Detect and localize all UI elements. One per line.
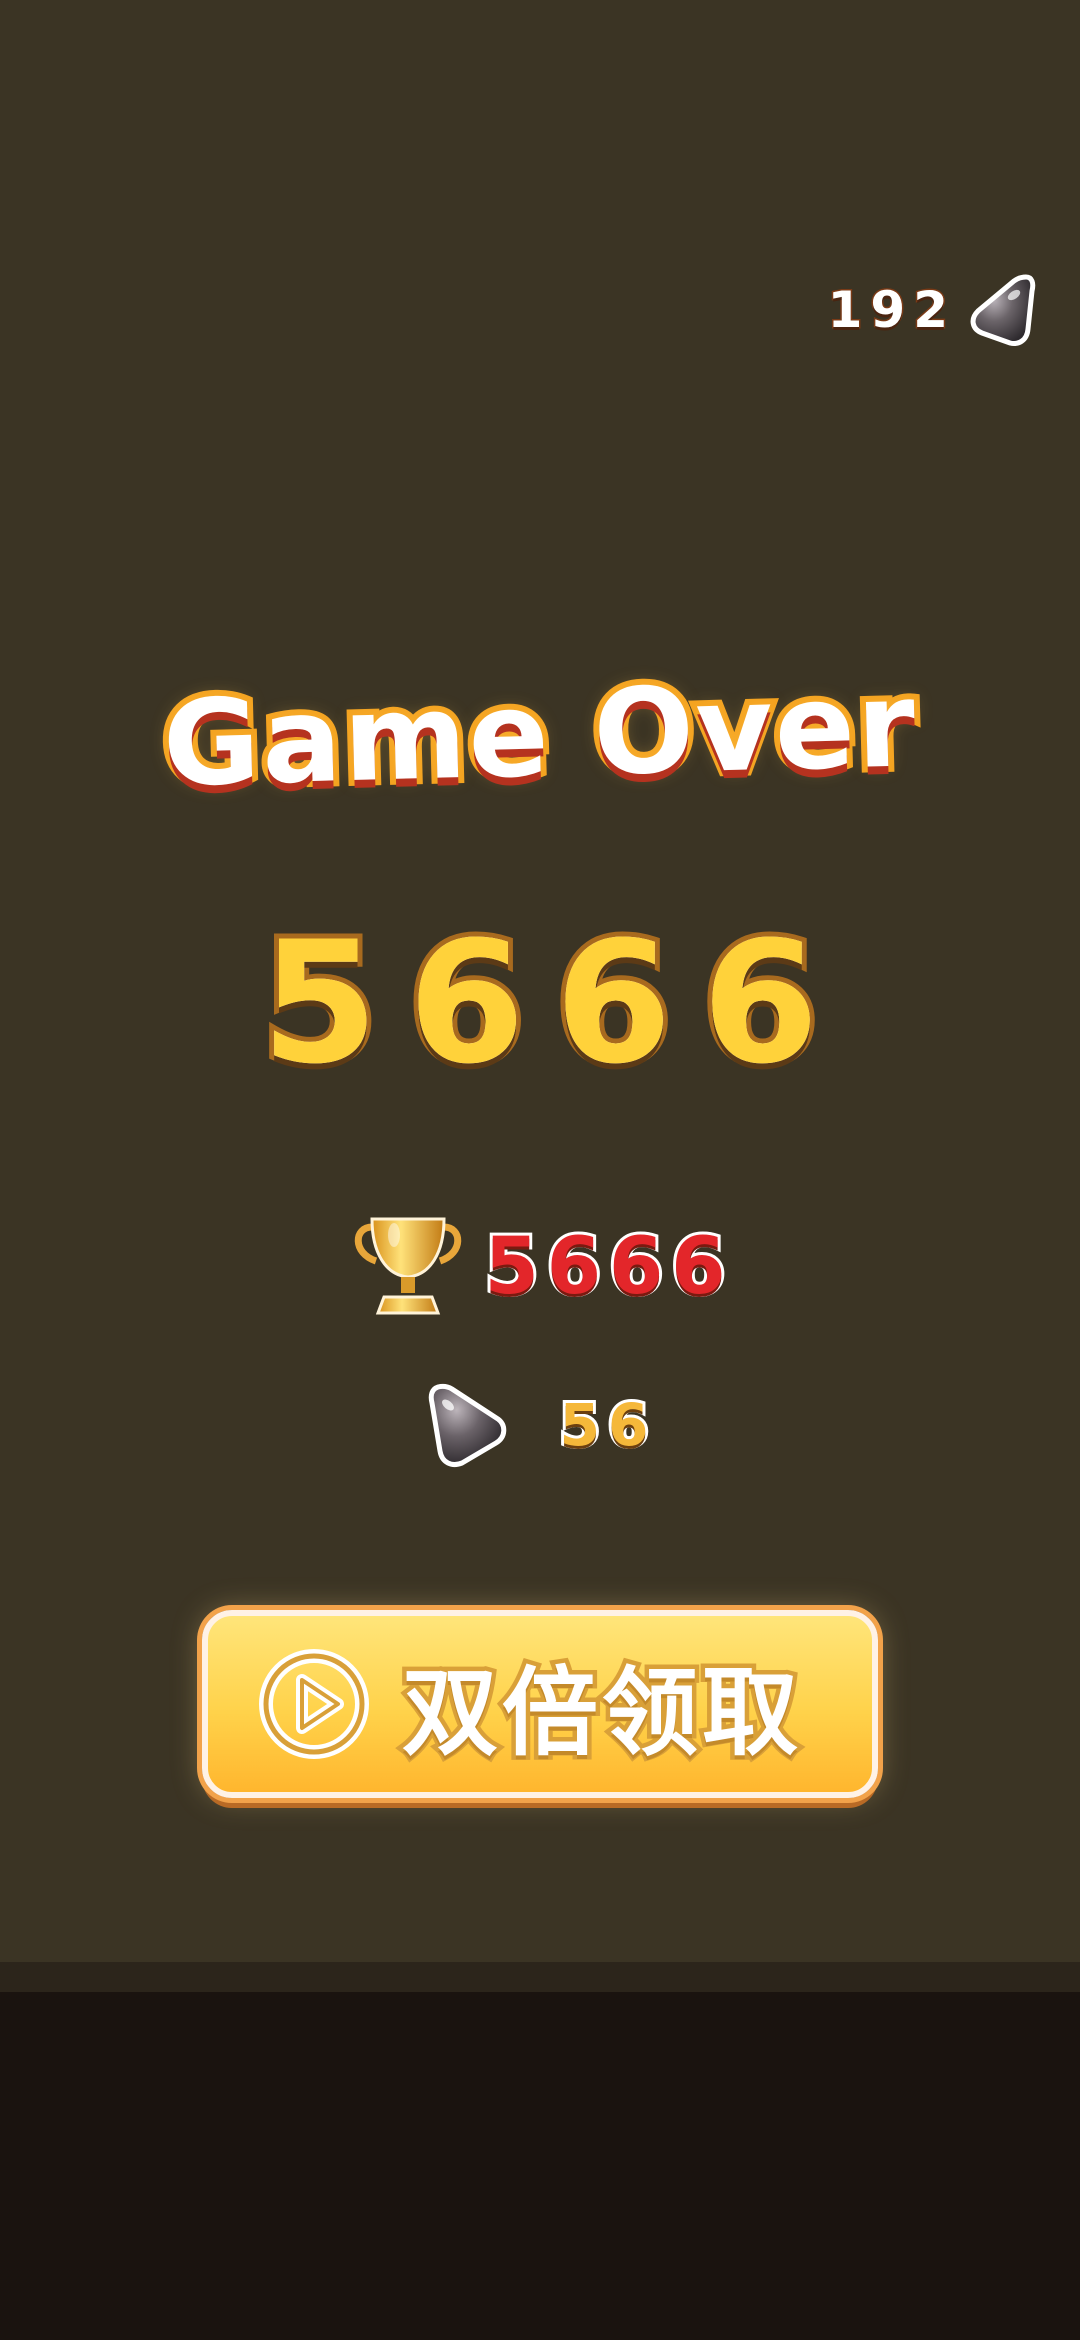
double-reward-label: 双倍领取 <box>398 1652 803 1773</box>
double-reward-button[interactable]: 双倍领取 <box>202 1610 878 1798</box>
gem-total: 192 <box>826 280 956 341</box>
gems-earned-row: 56 <box>0 1375 1080 1475</box>
best-score-value: 5666 <box>481 1219 734 1315</box>
gem-icon <box>970 274 1036 346</box>
gems-earned-value: 56 <box>557 1388 657 1462</box>
game-over-title: Game Over <box>155 649 924 819</box>
game-over-screen: 192 Game Over 5666 5666 56 双倍领取 <box>0 0 1080 2340</box>
best-score-row: 5666 <box>0 1202 1080 1332</box>
floor <box>0 1992 1080 2340</box>
final-score: 5666 <box>256 900 849 1106</box>
gem-icon <box>428 1383 506 1467</box>
floor-edge <box>0 1962 1080 1992</box>
play-circle-icon <box>259 1649 369 1759</box>
trophy-icon <box>355 1217 462 1315</box>
gem-counter: 192 <box>826 270 1038 350</box>
